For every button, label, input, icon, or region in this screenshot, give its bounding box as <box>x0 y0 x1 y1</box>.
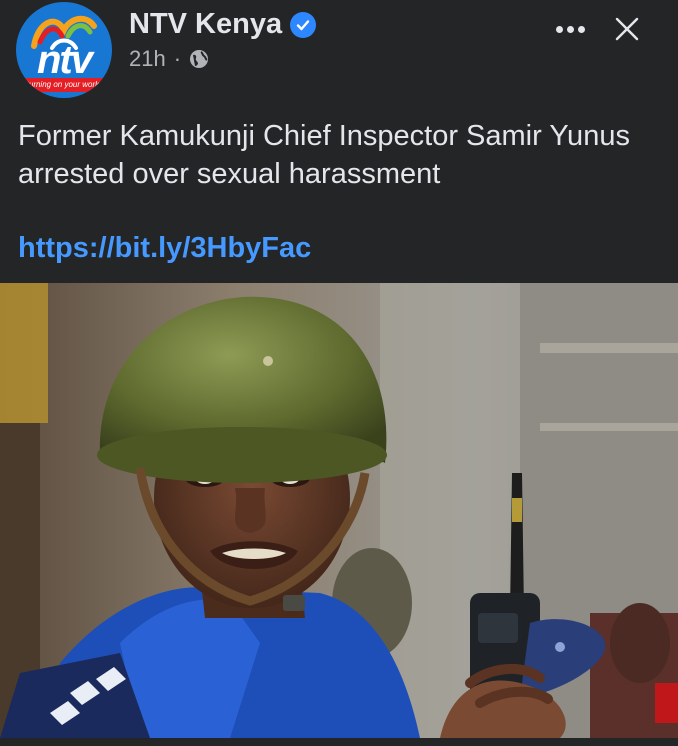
officer-photo-illustration <box>0 283 678 738</box>
post-timestamp[interactable]: 21h <box>129 46 166 72</box>
author-name-row: NTV Kenya <box>129 8 317 41</box>
post-photo[interactable] <box>0 283 678 738</box>
ntv-logo-tagline: turning on your world <box>20 78 108 92</box>
meta-separator: · <box>173 46 182 71</box>
ntv-logo-text: ntv <box>37 38 93 82</box>
post-meta: 21h · <box>129 46 209 72</box>
globe-icon <box>190 50 209 68</box>
post-link[interactable]: https://bit.ly/3HbyFac <box>18 232 311 265</box>
close-icon[interactable] <box>612 14 642 44</box>
post-header: ntv turning on your world NTV Kenya 21h … <box>0 0 678 100</box>
bottom-strip <box>0 738 678 746</box>
verified-badge-icon <box>290 11 317 38</box>
post-text: Former Kamukunji Chief Inspector Samir Y… <box>18 120 630 190</box>
more-options-button[interactable] <box>552 14 588 44</box>
more-icon <box>555 25 563 33</box>
page-avatar[interactable]: ntv turning on your world <box>16 2 112 98</box>
author-name[interactable]: NTV Kenya <box>129 8 282 41</box>
